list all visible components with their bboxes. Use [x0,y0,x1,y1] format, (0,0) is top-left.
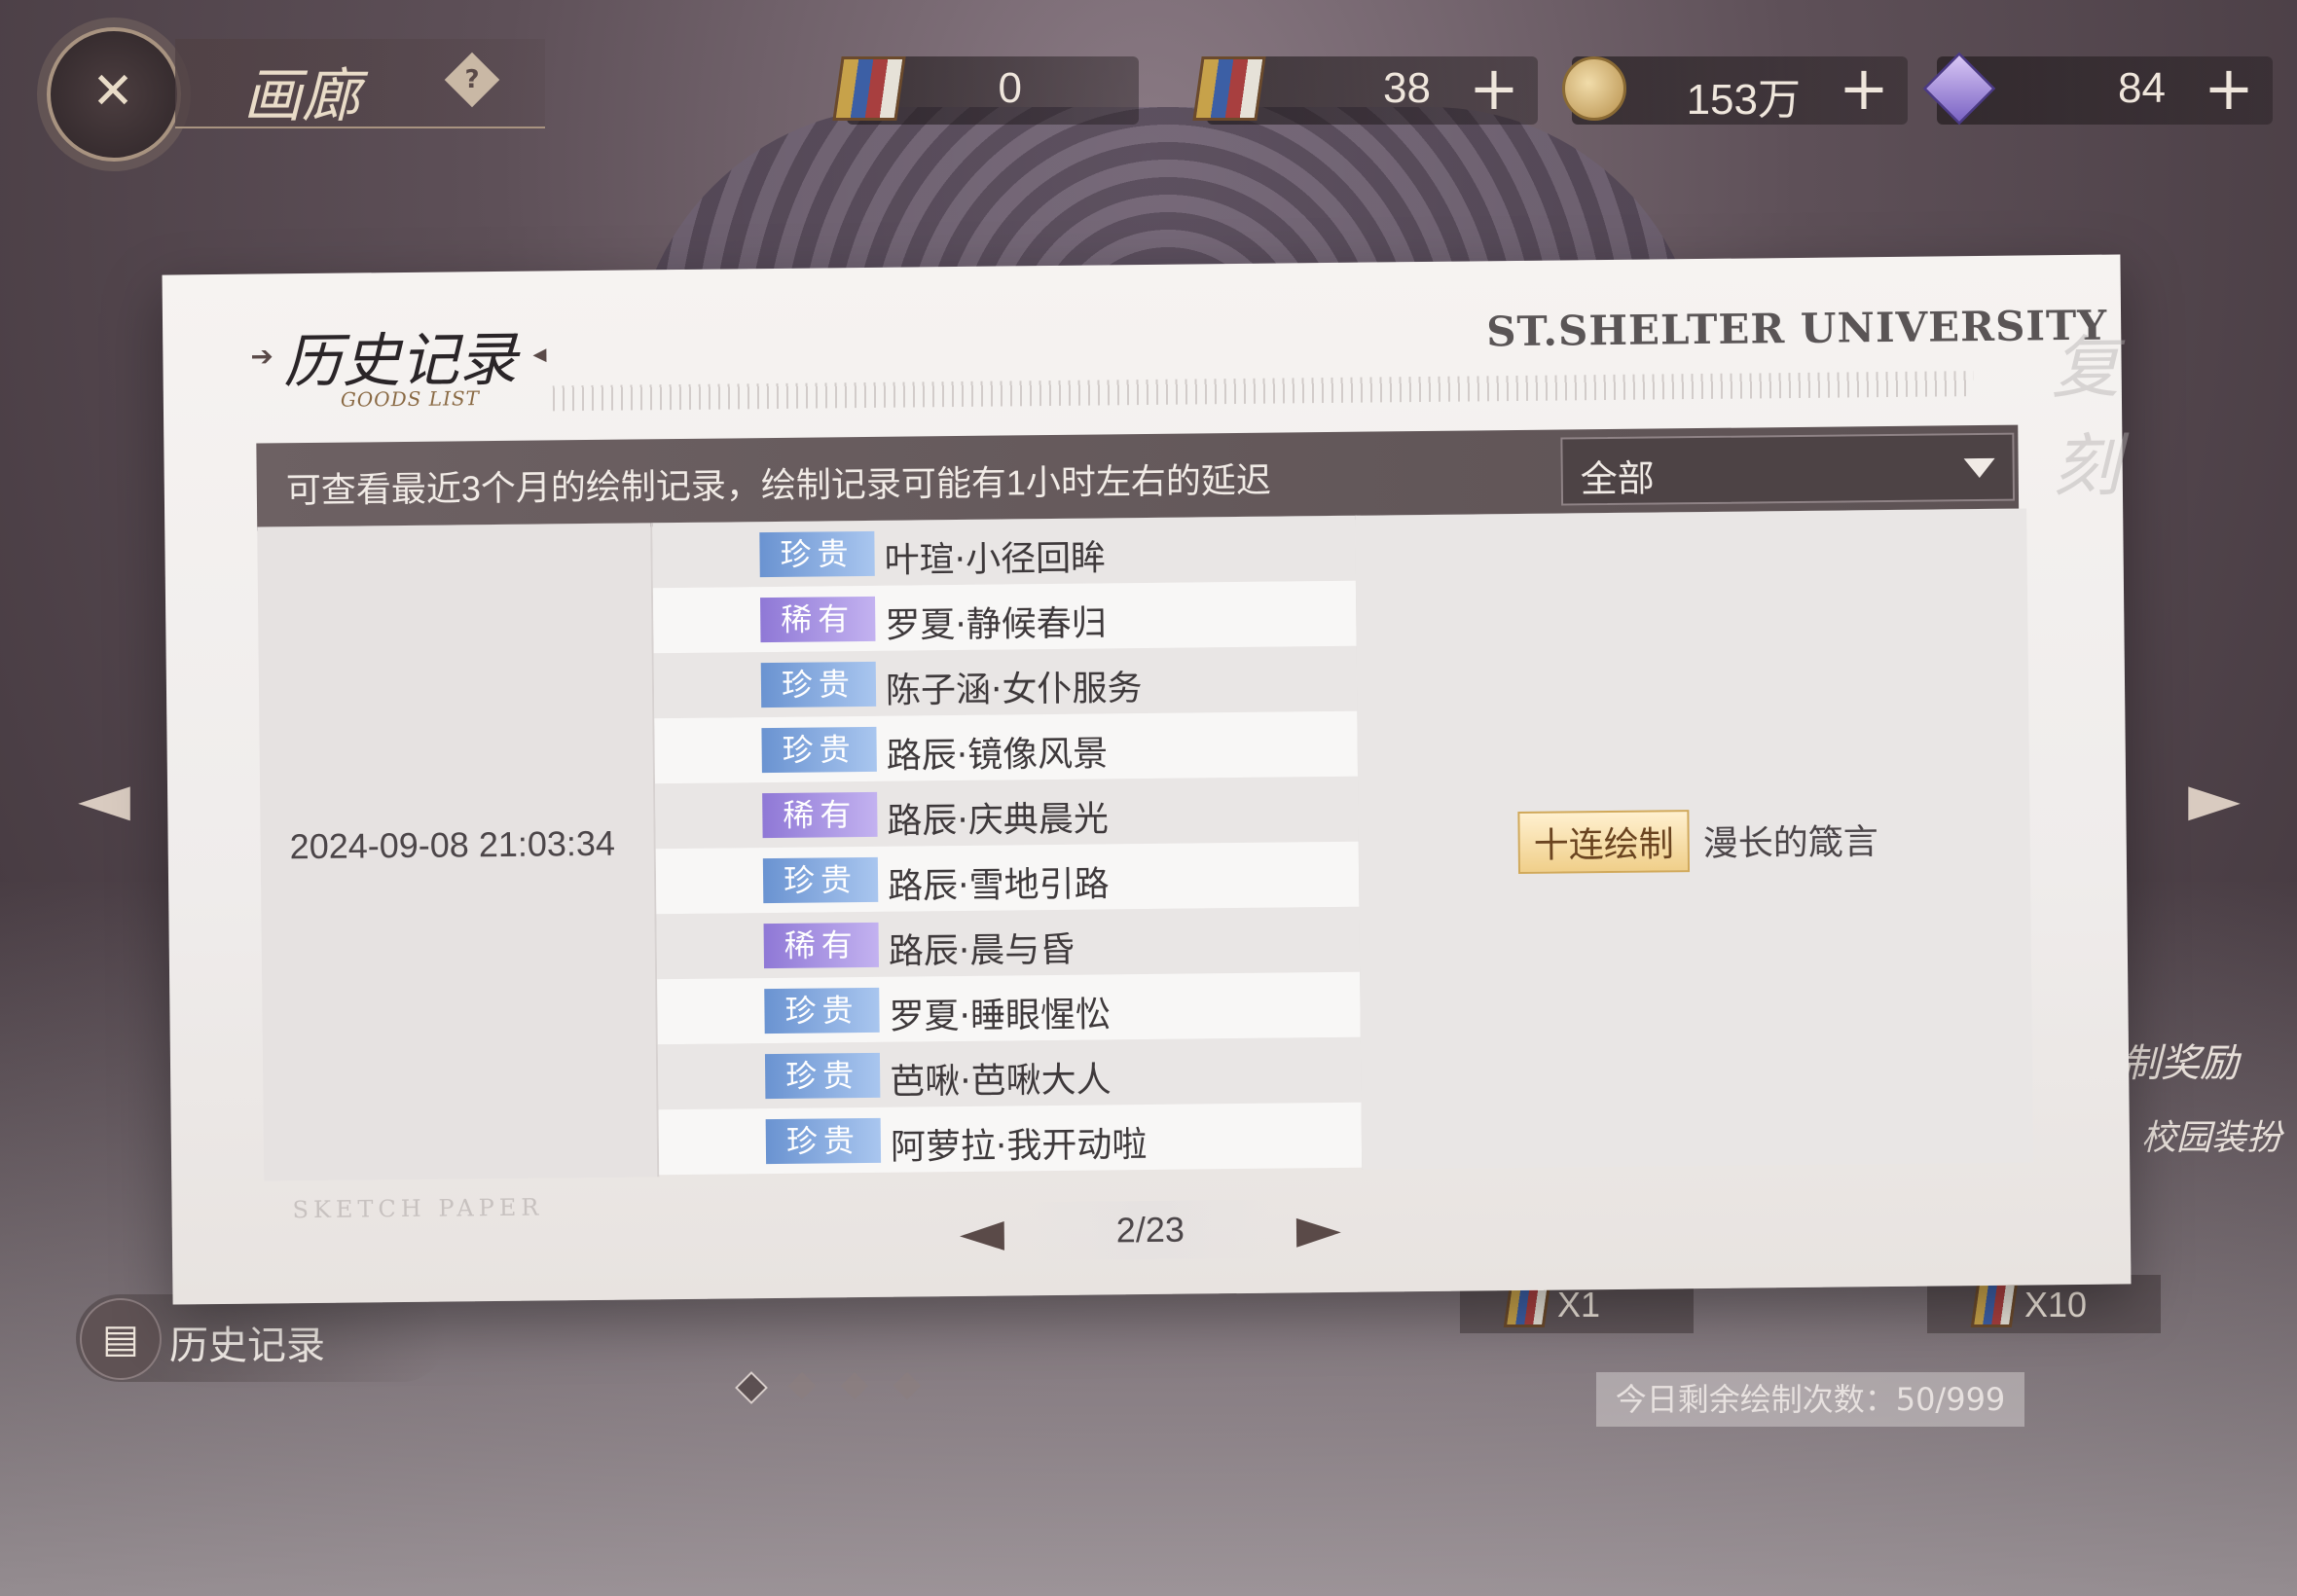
remaining-draws: 今日剩余绘制次数：50/999 [1596,1372,2024,1427]
rarity-badge: 珍贵 [762,856,879,904]
rarity-badge: 珍贵 [759,530,875,578]
pool-name: 漫长的箴言 [1702,822,1878,865]
item-name: 芭啾·芭啾大人 [890,1060,1112,1103]
item-name: 路辰·雪地引路 [887,864,1110,907]
item-name: 罗夏·睡眼惺忪 [889,995,1112,1037]
list-item: 稀有 路辰·庆典晨光 [655,776,1359,850]
modal-subtitle: GOODS LIST [340,386,481,412]
help-icon[interactable]: ? [444,52,500,108]
add-gem-button[interactable]: + [2195,56,2263,125]
list-item: 珍贵 路辰·雪地引路 [655,841,1360,915]
page-title: 画廊 [243,62,360,130]
item-name: 罗夏·静候春归 [885,603,1107,646]
reissue-stamp: 复刻 [2051,327,2122,507]
date-cell: 2024-09-08 21:03:34 [257,523,658,1181]
add-coin-button[interactable]: + [1830,56,1898,125]
item-name: 陈子涵·女仆服务 [885,669,1143,711]
history-table: 2024-09-08 21:03:34 珍贵 叶瑄·小径回眸 稀有 罗夏·静候春归 珍贵… [257,508,2034,1181]
list-item: 珍贵 芭啾·芭啾大人 [657,1036,1362,1110]
paint-icon [1192,56,1266,121]
item-name: 阿萝拉·我开动啦 [890,1125,1148,1168]
filter-dropdown[interactable]: 全部 [1560,432,2016,506]
top-bar: ✕ 画廊 ? 0 38 + 153万 + 84 + [0,0,2297,165]
butterfly-icon: ✕ [91,62,134,121]
rarity-badge: 珍贵 [764,1052,881,1100]
decorative-ruler [552,371,1974,412]
rarity-badge: 珍贵 [760,661,877,708]
rarity-badge: 珍贵 [765,1117,882,1165]
paint-icon [832,56,906,121]
next-page-button[interactable]: ► [1269,1191,1367,1266]
arrow-right-icon[interactable]: ► [2170,759,2258,837]
item-name: 叶瑄·小径回眸 [884,538,1107,581]
item-name: 路辰·庆典晨光 [887,799,1110,842]
rarity-badge: 珍贵 [764,987,880,1034]
gem-icon [1922,52,1996,126]
history-modal: ➔ 历史记录 ◂ GOODS LIST ST.SHELTER UNIVERSIT… [162,254,2132,1305]
history-label: 历史记录 [169,1324,325,1368]
currency-coin: 153万 + [1562,56,1908,125]
info-text: 可查看最近3个月的绘制记录，绘制记录可能有1小时左右的延迟 [285,459,1272,511]
list-item: 珍贵 陈子涵·女仆服务 [653,645,1358,719]
item-name: 路辰·镜像风景 [886,734,1109,777]
coin-icon [1562,56,1626,121]
currency-value: 38 [1383,64,1431,112]
list-item: 稀有 路辰·晨与昏 [656,906,1361,980]
history-icon: ▤ [80,1298,162,1380]
currency-gem: 84 + [1922,52,2273,126]
sketch-paper-label: SKETCH PAPER [292,1193,544,1224]
filter-value: 全部 [1580,456,1656,501]
history-button[interactable]: ▤ 历史记录 [76,1294,446,1382]
list-item: 珍贵 阿萝拉·我开动啦 [658,1102,1363,1176]
university-logo: ST.SHELTER UNIVERSITY [1485,301,2108,356]
record-date: 2024-09-08 21:03:34 [289,822,616,867]
rarity-badge: 稀有 [763,922,880,969]
item-name: 路辰·晨与昏 [888,929,1076,972]
rarity-badge: 珍贵 [761,726,877,774]
chevron-down-icon [1963,457,1995,479]
rarity-badge: 稀有 [762,791,878,839]
list-item: 珍贵 叶瑄·小径回眸 [652,515,1356,589]
currency-value: 84 [2118,64,2166,112]
draw-type-tag: 十连绘制 [1517,810,1691,875]
draw-once-label: X1 [1557,1285,1601,1324]
type-cell: 十连绘制 漫长的箴言 [1355,508,2034,1170]
currency-paint-free: 0 [832,56,1139,125]
currency-value: 0 [998,64,1022,112]
items-list: 珍贵 叶瑄·小径回眸 稀有 罗夏·静候春归 珍贵 陈子涵·女仆服务 珍贵 路辰·镜像风景 稀有路… [650,515,1365,1178]
list-item: 稀有 罗夏·静候春归 [652,580,1357,654]
add-paint-button[interactable]: + [1460,56,1528,125]
draw-reward-label[interactable]: 制奖励 [2122,1032,2239,1088]
draw-ten-label: X10 [2024,1285,2088,1324]
rarity-badge: 稀有 [760,596,876,643]
campus-outfit-label[interactable]: 校园装扮 [2141,1109,2281,1160]
menu-emblem-button[interactable]: ✕ [47,27,181,162]
help-glyph: ? [464,65,480,94]
paint-icon [1970,1283,2019,1327]
title-plate: 画廊 ? [175,39,545,130]
title-arrow-left-icon: ➔ [250,340,274,373]
currency-paint: 38 + [1192,56,1538,125]
list-item: 珍贵 路辰·镜像风景 [654,710,1358,784]
title-arrow-right-icon: ◂ [532,337,547,370]
list-item: 珍贵 罗夏·睡眼惺忪 [657,971,1361,1045]
arrow-left-icon[interactable]: ◄ [60,759,148,837]
prev-page-button[interactable]: ◄ [932,1194,1031,1269]
page-indicator: 2/23 [1028,1199,1273,1261]
currency-value: 153万 [1686,76,1801,124]
modal-title: 历史记录 [283,325,518,397]
